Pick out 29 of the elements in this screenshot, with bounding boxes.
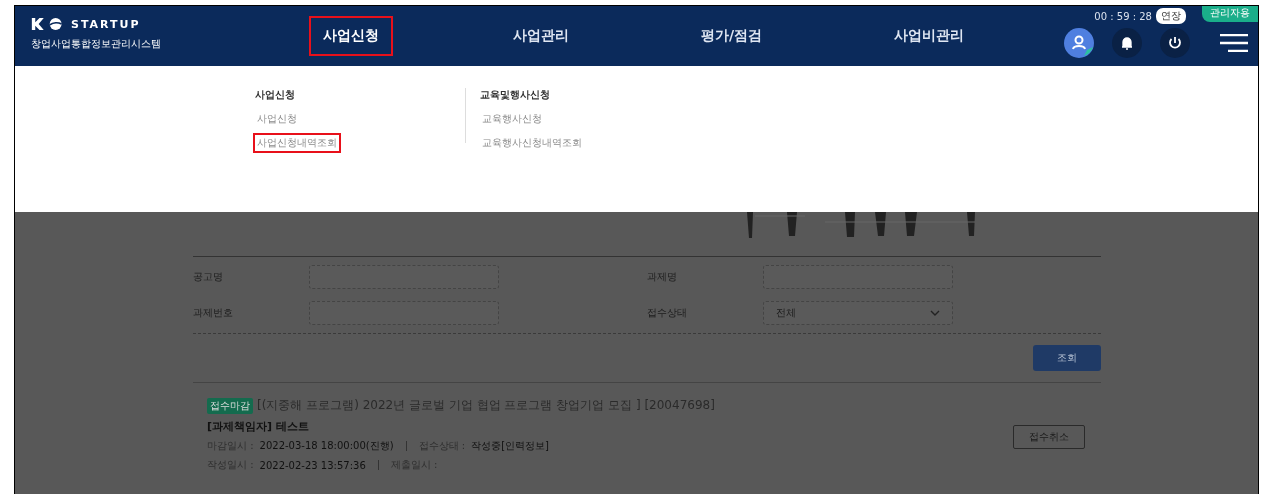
chevron-down-icon — [930, 310, 940, 316]
nav-tab[interactable]: 사업관리 — [501, 16, 581, 56]
search-button[interactable]: 조회 — [1033, 345, 1101, 371]
cancel-button[interactable]: 접수취소 — [1013, 424, 1085, 449]
user-icon[interactable] — [1064, 28, 1094, 58]
power-icon[interactable] — [1160, 28, 1190, 58]
project-title: [과제책임자] 테스트 — [207, 419, 310, 434]
system-name: 창업사업통합정보관리시스템 — [31, 37, 162, 51]
menu-icon[interactable] — [1220, 34, 1248, 52]
menu-group-title: 사업신청 — [255, 88, 295, 102]
logo-text: STARTUP — [71, 17, 141, 31]
menu-link[interactable]: 교육행사신청내역조회 — [478, 133, 586, 153]
menu-link[interactable]: 교육행사신청 — [478, 109, 546, 129]
detail-value: 2022-03-18 18:00:00(진행) — [259, 439, 394, 453]
logo-icon — [31, 17, 65, 31]
nav-tab[interactable]: 사업신청 — [309, 16, 393, 56]
extend-button[interactable]: 연장 — [1156, 8, 1186, 24]
menu-link[interactable]: 사업신청내역조회 — [253, 133, 341, 153]
notification-bell-icon[interactable] — [1112, 28, 1142, 58]
status-badge: 접수마감 — [207, 397, 253, 414]
admin-button[interactable]: 관리자용 — [1202, 6, 1258, 22]
session-timer: 00 : 59 : 28 — [1094, 10, 1152, 22]
status-select[interactable]: 전체 — [763, 301, 953, 325]
menu-group-title: 교육및행사신청 — [480, 88, 550, 102]
nav-tab[interactable]: 평가/점검 — [689, 16, 775, 56]
menu-link[interactable]: 사업신청 — [253, 109, 301, 129]
detail-value: 2022-02-23 13:57:36 — [259, 459, 366, 471]
nav-tab[interactable]: 사업비관리 — [882, 16, 977, 56]
detail-value: 작성중[인력정보] — [471, 439, 549, 453]
